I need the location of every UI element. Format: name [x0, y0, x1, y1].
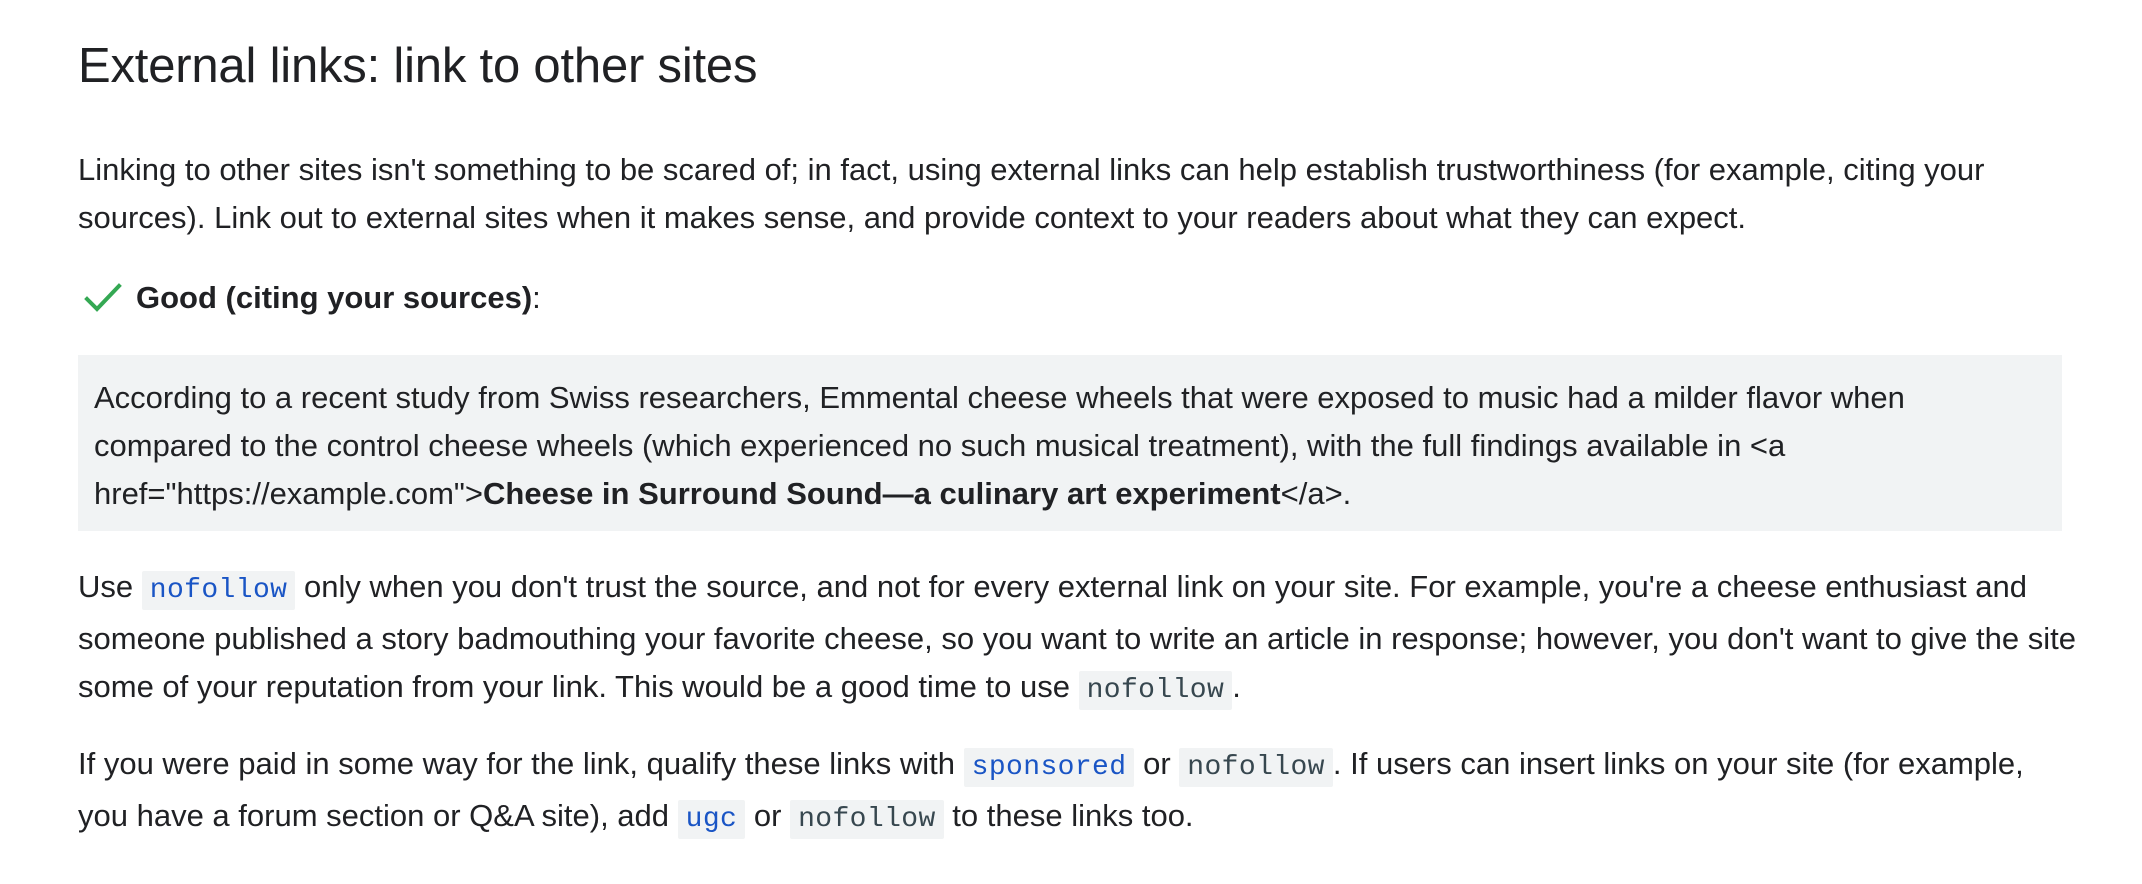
good-example-label: Good (citing your sources):: [78, 274, 2058, 322]
ugc-code-link[interactable]: ugc: [677, 800, 746, 839]
paid-text-2: or: [1134, 746, 1180, 781]
nofollow-code: nofollow: [1179, 748, 1333, 787]
paid-text-4: or: [745, 798, 791, 833]
paid-text-1: If you were paid in some way for the lin…: [78, 746, 964, 781]
paid-links-paragraph: If you were paid in some way for the lin…: [78, 740, 2078, 844]
example-block: According to a recent study from Swiss r…: [78, 355, 2062, 531]
good-label-text: Good (citing your sources): [136, 280, 533, 315]
nofollow-code: nofollow: [790, 800, 944, 839]
example-text-after: </a>.: [1280, 476, 1352, 511]
sponsored-code-link[interactable]: sponsored: [963, 748, 1135, 787]
nofollow-text-1: Use: [78, 569, 142, 604]
nofollow-code-link[interactable]: nofollow: [141, 571, 296, 610]
nofollow-text-3: .: [1232, 669, 1241, 704]
example-text: According to a recent study from Swiss r…: [94, 374, 2046, 518]
section-heading: External links: link to other sites: [78, 39, 758, 93]
nofollow-paragraph: Use nofollow only when you don't trust t…: [78, 563, 2078, 715]
intro-paragraph: Linking to other sites isn't something t…: [78, 152, 1985, 235]
nofollow-code: nofollow: [1078, 671, 1233, 710]
check-icon: [84, 283, 122, 312]
article: External links: link to other sites Link…: [0, 0, 2142, 884]
example-link-text: Cheese in Surround Sound—a culinary art …: [483, 476, 1281, 511]
nofollow-text-2: only when you don't trust the source, an…: [78, 569, 2076, 704]
paid-text-5: to these links too.: [943, 798, 1194, 833]
good-label-suffix: :: [532, 280, 541, 315]
